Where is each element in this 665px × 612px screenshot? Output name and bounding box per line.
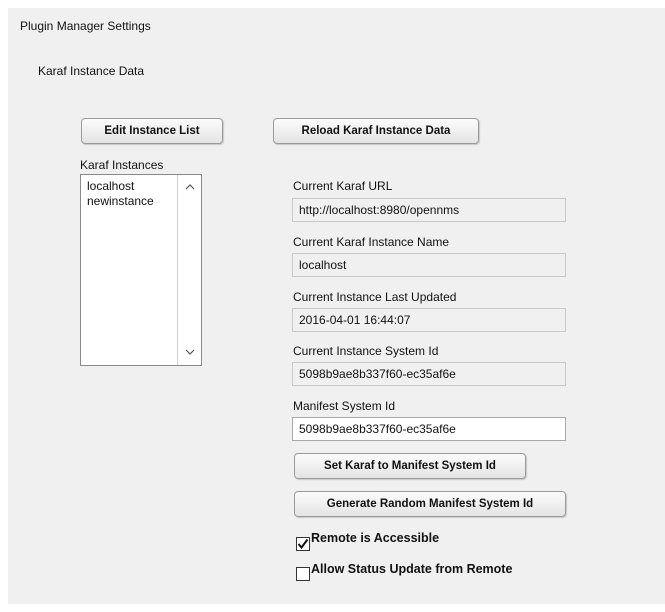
checkmark-icon [297, 538, 309, 550]
instance-name-field[interactable] [292, 253, 566, 277]
edit-instance-list-button[interactable]: Edit Instance List [81, 118, 223, 144]
set-karaf-to-manifest-button[interactable]: Set Karaf to Manifest System Id [294, 453, 526, 479]
instance-name-label: Current Karaf Instance Name [293, 235, 450, 249]
list-item[interactable]: newinstance [87, 194, 154, 209]
last-updated-field[interactable] [292, 308, 566, 332]
system-id-label: Current Instance System Id [293, 344, 439, 358]
reload-instance-data-button[interactable]: Reload Karaf Instance Data [273, 118, 479, 144]
page-title: Plugin Manager Settings [20, 19, 151, 33]
list-scrollbar[interactable] [177, 175, 201, 365]
list-item[interactable]: localhost [87, 179, 154, 194]
generate-random-manifest-button[interactable]: Generate Random Manifest System Id [294, 491, 566, 517]
karaf-instances-list[interactable]: localhost newinstance [80, 174, 202, 366]
karaf-url-label: Current Karaf URL [293, 179, 393, 193]
list-items: localhost newinstance [87, 179, 154, 209]
manifest-system-id-label: Manifest System Id [293, 399, 396, 413]
manifest-system-id-field[interactable] [292, 417, 566, 441]
scroll-down-icon[interactable] [185, 347, 195, 357]
last-updated-label: Current Instance Last Updated [293, 290, 457, 304]
system-id-field[interactable] [292, 362, 566, 386]
karaf-url-field[interactable] [292, 198, 566, 222]
scroll-up-icon[interactable] [185, 182, 195, 192]
section-title: Karaf Instance Data [38, 64, 145, 78]
remote-accessible-checkbox[interactable] [296, 537, 310, 551]
allow-status-update-label: Allow Status Update from Remote [311, 562, 513, 576]
allow-status-update-checkbox[interactable] [296, 567, 310, 581]
karaf-instances-label: Karaf Instances [80, 158, 164, 172]
remote-accessible-label: Remote is Accessible [311, 531, 440, 545]
